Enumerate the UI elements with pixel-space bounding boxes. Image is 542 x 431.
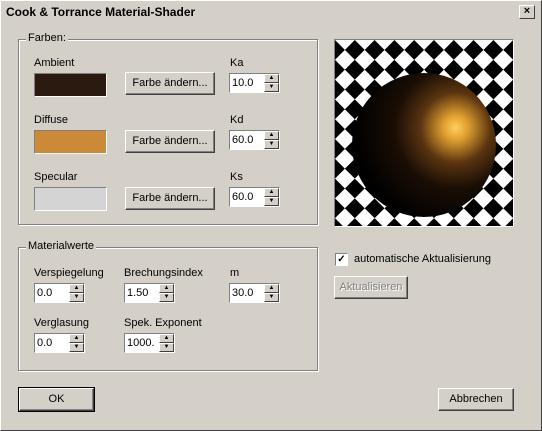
- spin-down-icon[interactable]: ▼: [264, 140, 279, 149]
- spek-exponent-value: 1000.: [127, 337, 155, 349]
- spin-up-icon[interactable]: ▲: [69, 284, 84, 293]
- kd-spinner[interactable]: 60.0 ▲ ▼: [229, 130, 280, 150]
- verglasung-label: Verglasung: [34, 317, 90, 329]
- spin-down-icon[interactable]: ▼: [69, 343, 84, 352]
- preview-render: [335, 40, 513, 226]
- specular-color-swatch: [34, 187, 107, 211]
- shaded-sphere: [352, 73, 496, 217]
- spin-up-icon[interactable]: ▲: [264, 284, 279, 293]
- dialog-window: Cook & Torrance Material-Shader × Farben…: [0, 0, 542, 431]
- spin-up-icon[interactable]: ▲: [264, 74, 279, 83]
- ks-spinner[interactable]: 60.0 ▲ ▼: [229, 187, 280, 207]
- verspiegelung-spinner[interactable]: 0.0 ▲ ▼: [34, 283, 85, 303]
- specular-label: Specular: [34, 171, 78, 183]
- spek-exponent-label: Spek. Exponent: [124, 317, 202, 329]
- spin-up-icon[interactable]: ▲: [264, 131, 279, 140]
- spin-down-icon[interactable]: ▼: [159, 343, 174, 352]
- ka-label: Ka: [230, 57, 244, 69]
- kd-value: 60.0: [232, 134, 254, 146]
- ks-label: Ks: [230, 171, 243, 183]
- spin-up-icon[interactable]: ▲: [264, 188, 279, 197]
- spek-exponent-spinner[interactable]: 1000. ▲ ▼: [124, 333, 175, 353]
- update-button[interactable]: Aktualisieren: [334, 276, 408, 299]
- diffuse-color-swatch: [34, 130, 107, 154]
- verglasung-value: 0.0: [37, 337, 53, 349]
- materialwerte-group: Materialwerte Verspiegelung 0.0 ▲ ▼ Brech…: [18, 240, 318, 371]
- close-button[interactable]: ×: [519, 5, 535, 19]
- ambient-change-color-button[interactable]: Farbe ändern...: [125, 72, 215, 95]
- material-preview: [334, 39, 514, 227]
- spin-down-icon[interactable]: ▼: [69, 293, 84, 302]
- spin-down-icon[interactable]: ▼: [264, 197, 279, 206]
- ambient-color-swatch: [34, 73, 107, 97]
- spin-up-icon[interactable]: ▲: [69, 334, 84, 343]
- farben-group: Farben: Ambient Farbe ändern... Ka 10.0 …: [18, 32, 318, 225]
- diffuse-label: Diffuse: [34, 114, 69, 126]
- m-label: m: [230, 267, 240, 279]
- spin-down-icon[interactable]: ▼: [264, 83, 279, 92]
- spin-up-icon[interactable]: ▲: [159, 284, 174, 293]
- m-value: 30.0: [232, 287, 254, 299]
- ka-value: 10.0: [232, 77, 254, 89]
- brechungsindex-value: 1.50: [127, 287, 149, 299]
- window-title: Cook & Torrance Material-Shader: [6, 5, 196, 19]
- specular-change-color-button[interactable]: Farbe ändern...: [125, 187, 215, 210]
- verglasung-spinner[interactable]: 0.0 ▲ ▼: [34, 333, 85, 353]
- cancel-button[interactable]: Abbrechen: [438, 388, 514, 411]
- materialwerte-legend: Materialwerte: [26, 240, 97, 252]
- verspiegelung-label: Verspiegelung: [34, 267, 104, 279]
- spin-up-icon[interactable]: ▲: [159, 334, 174, 343]
- kd-label: Kd: [230, 114, 244, 126]
- spin-down-icon[interactable]: ▼: [159, 293, 174, 302]
- farben-legend: Farben:: [26, 32, 68, 44]
- ks-value: 60.0: [232, 191, 254, 203]
- ok-button[interactable]: OK: [18, 387, 95, 412]
- ambient-label: Ambient: [34, 57, 75, 69]
- diffuse-change-color-button[interactable]: Farbe ändern...: [125, 130, 215, 153]
- brechungsindex-spinner[interactable]: 1.50 ▲ ▼: [124, 283, 175, 303]
- auto-update-label: automatische Aktualisierung: [354, 253, 491, 265]
- spin-down-icon[interactable]: ▼: [264, 293, 279, 302]
- auto-update-checkbox[interactable]: ✓: [335, 253, 348, 266]
- ka-spinner[interactable]: 10.0 ▲ ▼: [229, 73, 280, 93]
- brechungsindex-label: Brechungsindex: [124, 267, 203, 279]
- m-spinner[interactable]: 30.0 ▲ ▼: [229, 283, 280, 303]
- verspiegelung-value: 0.0: [37, 287, 53, 299]
- title-bar: Cook & Torrance Material-Shader ×: [3, 3, 539, 21]
